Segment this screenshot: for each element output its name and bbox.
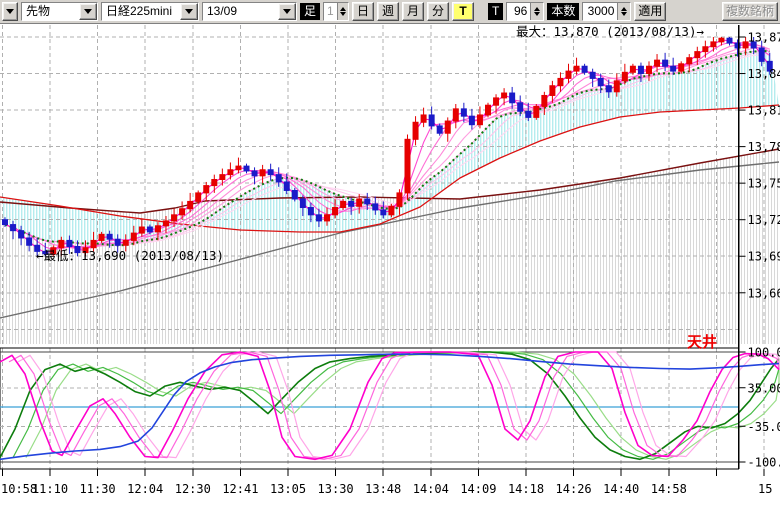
svg-text:15: 15 xyxy=(758,482,772,496)
svg-text:11:10: 11:10 xyxy=(32,482,68,496)
svg-text:13,810: 13,810 xyxy=(748,104,780,118)
max-price-annotation: 最大：13,870 (2013/08/13)→ xyxy=(516,25,704,39)
bar-count-label: 本数 xyxy=(547,3,579,20)
market-select-value: 先物 xyxy=(22,3,79,20)
chart-canvas[interactable]: 13,870 13,840 13,810 13,780 13,750 13,720 13,6… xyxy=(0,25,780,500)
svg-text:12:41: 12:41 xyxy=(222,482,258,496)
apply-button[interactable]: 適用 xyxy=(634,2,666,21)
tick-count-spinner[interactable]: 96 xyxy=(506,2,544,21)
tick-count-value: 96 xyxy=(507,3,530,20)
svg-text:13,660: 13,660 xyxy=(748,286,780,300)
svg-text:14:18: 14:18 xyxy=(508,482,544,496)
svg-text:13,750: 13,750 xyxy=(748,177,780,191)
price-chart: 13,870 13,840 13,810 13,780 13,750 13,720 13,6… xyxy=(0,25,780,500)
svg-text:13,690: 13,690 xyxy=(748,250,780,264)
svg-text:14:26: 14:26 xyxy=(556,482,592,496)
svg-text:-100.00: -100.00 xyxy=(748,456,780,470)
period-tick-button[interactable]: T xyxy=(452,2,474,21)
contract-month-value: 13/09 xyxy=(203,3,278,20)
interval-spinner[interactable]: 1 xyxy=(323,2,349,21)
period-daily-button[interactable]: 日 xyxy=(352,2,374,21)
bar-type-label: 足 xyxy=(300,3,320,20)
multi-symbol-button: 複数銘柄 xyxy=(722,2,778,21)
instrument-select-value: 日経225mini xyxy=(102,3,180,20)
svg-text:12:30: 12:30 xyxy=(175,482,211,496)
svg-text:35.00: 35.00 xyxy=(748,381,780,395)
ceiling-signal-label: 天井 xyxy=(687,333,717,351)
svg-text:12:04: 12:04 xyxy=(127,482,163,496)
svg-text:13,780: 13,780 xyxy=(748,140,780,154)
svg-text:11:30: 11:30 xyxy=(80,482,116,496)
svg-text:13,870: 13,870 xyxy=(748,31,780,45)
svg-text:100.00: 100.00 xyxy=(748,346,780,360)
spinner-buttons-icon[interactable] xyxy=(617,3,630,20)
svg-text:13:05: 13:05 xyxy=(270,482,306,496)
svg-text:14:40: 14:40 xyxy=(603,482,639,496)
chevron-down-icon[interactable] xyxy=(79,3,97,20)
contract-month-select[interactable]: 13/09 xyxy=(202,2,297,21)
svg-text:-35.00: -35.00 xyxy=(748,420,780,434)
min-price-annotation: ←最低：13,690 (2013/08/13) xyxy=(36,248,224,263)
chart-menu-button[interactable] xyxy=(2,2,18,21)
toolbar: 先物 日経225mini 13/09 足 1 日 週 月 分 T T 96 本数… xyxy=(0,0,780,24)
interval-value: 1 xyxy=(324,3,337,20)
period-minute-button[interactable]: 分 xyxy=(427,2,449,21)
chevron-down-icon[interactable] xyxy=(180,3,198,20)
bar-count-value: 3000 xyxy=(583,3,617,20)
market-select[interactable]: 先物 xyxy=(21,2,98,21)
chevron-down-icon xyxy=(6,9,14,14)
period-weekly-button[interactable]: 週 xyxy=(377,2,399,21)
bar-count-spinner[interactable]: 3000 xyxy=(582,2,631,21)
svg-text:13,720: 13,720 xyxy=(748,213,780,227)
svg-text:14:58: 14:58 xyxy=(651,482,687,496)
spinner-buttons-icon[interactable] xyxy=(337,3,348,20)
svg-text:14:04: 14:04 xyxy=(413,482,449,496)
tick-count-label: T xyxy=(488,3,503,20)
instrument-select[interactable]: 日経225mini xyxy=(101,2,199,21)
period-monthly-button[interactable]: 月 xyxy=(402,2,424,21)
svg-text:13:48: 13:48 xyxy=(365,482,401,496)
svg-text:14:09: 14:09 xyxy=(460,482,496,496)
chevron-down-icon[interactable] xyxy=(278,3,296,20)
spinner-buttons-icon[interactable] xyxy=(530,3,543,20)
svg-text:13,840: 13,840 xyxy=(748,67,780,81)
svg-text:13:30: 13:30 xyxy=(318,482,354,496)
